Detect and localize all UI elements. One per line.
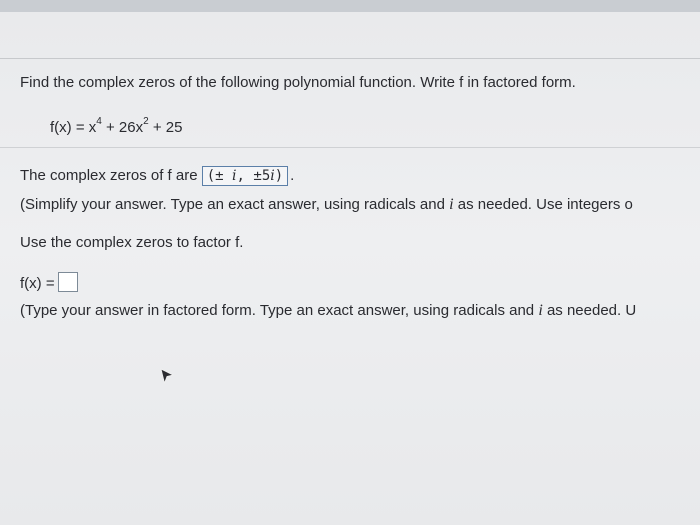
- function-constant-term: + 25: [148, 119, 183, 136]
- question-prompt: Find the complex zeros of the following …: [20, 74, 576, 91]
- zeros-answer-box[interactable]: (± i, ±5i): [201, 166, 289, 186]
- function-exponent-4: 4: [96, 116, 102, 127]
- mouse-pointer-icon: [160, 368, 174, 384]
- answer-open: (±: [206, 168, 233, 184]
- function-middle-term: + 26x: [101, 119, 144, 136]
- factored-form-input[interactable]: [57, 272, 78, 292]
- divider-top: [0, 58, 700, 59]
- function-lhs: f(x) = x: [50, 119, 97, 136]
- factor-hint-text-b: as needed. U: [542, 302, 637, 319]
- zeros-hint-text-a: (Simplify your answer. Type an exact ans…: [20, 196, 450, 213]
- factored-form-row: f(x) =: [20, 272, 78, 294]
- function-exponent-2: 2: [143, 116, 149, 127]
- top-band: [0, 0, 700, 12]
- factor-prompt: Use the complex zeros to factor f.: [20, 234, 244, 251]
- question-panel: Find the complex zeros of the following …: [0, 12, 700, 525]
- answer-close: ): [274, 168, 284, 184]
- divider-mid: [0, 147, 700, 148]
- zeros-hint-text-b: as needed. Use integers o: [453, 196, 633, 213]
- zeros-period: .: [290, 167, 295, 184]
- zeros-statement: The complex zeros of f are (± i, ±5i).: [20, 166, 294, 186]
- answer-mid: , ±5: [236, 168, 271, 184]
- polynomial-function: f(x) = x4 + 26x2 + 25: [50, 116, 183, 136]
- factor-hint-text-a: (Type your answer in factored form. Type…: [20, 302, 539, 319]
- fx-label: f(x) =: [20, 274, 55, 292]
- zeros-label: The complex zeros of f are: [20, 167, 198, 184]
- factor-hint: (Type your answer in factored form. Type…: [20, 302, 636, 320]
- zeros-hint: (Simplify your answer. Type an exact ans…: [20, 196, 633, 214]
